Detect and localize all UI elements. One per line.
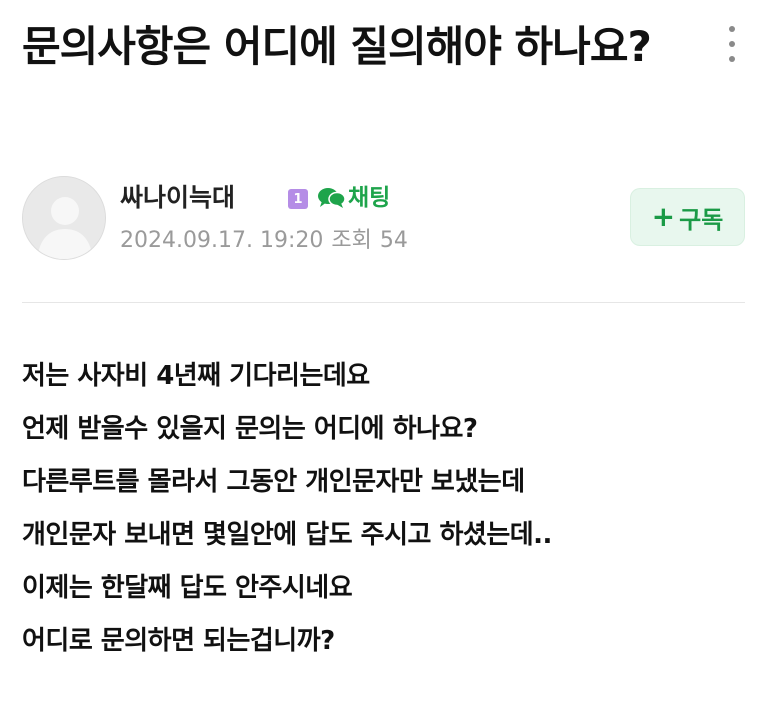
post-body: 저는 사자비 4년째 기다리는데요 언제 받을수 있을지 문의는 어디에 하나요… xyxy=(22,350,745,668)
subscribe-label: 구독 xyxy=(679,205,724,234)
more-vertical-icon-dot xyxy=(729,26,735,32)
post-title: 문의사항은 어디에 질의해야 하나요? xyxy=(22,22,652,71)
body-line: 어디로 문의하면 되는겁니까? xyxy=(22,626,335,656)
plus-icon: + xyxy=(651,200,676,233)
divider xyxy=(22,302,745,303)
views-count: 54 xyxy=(379,228,408,253)
chat-button[interactable]: 채팅 xyxy=(316,182,390,214)
subscribe-button[interactable]: + 구독 xyxy=(630,188,745,246)
body-line: 언제 받을수 있을지 문의는 어디에 하나요? xyxy=(22,414,478,444)
body-line: 저는 사자비 4년째 기다리는데요 xyxy=(22,361,370,391)
post-meta: 2024.09.17. 19:20 조회 54 xyxy=(120,226,416,256)
avatar[interactable] xyxy=(22,176,106,260)
level-badge: 1 xyxy=(288,189,308,209)
views-label: 조회 xyxy=(331,228,372,253)
chat-label: 채팅 xyxy=(348,185,391,211)
author-nickname[interactable]: 싸나이늑대 xyxy=(120,182,235,214)
more-vertical-icon-dot xyxy=(729,41,735,47)
chat-bubble-icon xyxy=(318,188,346,208)
body-line: 개인문자 보내면 몇일안에 답도 주시고 하셨는데.. xyxy=(22,520,552,550)
post-date: 2024.09.17. 19:20 xyxy=(120,228,324,253)
body-line: 다른루트를 몰라서 그동안 개인문자만 보냈는데 xyxy=(22,467,525,497)
more-options-button[interactable] xyxy=(718,26,746,62)
author-bar: 싸나이늑대 1 채팅 2024.09.17. 19:20 조회 54 + 구독 xyxy=(22,176,745,266)
default-avatar-icon xyxy=(23,177,105,259)
body-line: 이제는 한달째 답도 안주시네요 xyxy=(22,573,353,603)
more-vertical-icon-dot xyxy=(729,56,735,62)
